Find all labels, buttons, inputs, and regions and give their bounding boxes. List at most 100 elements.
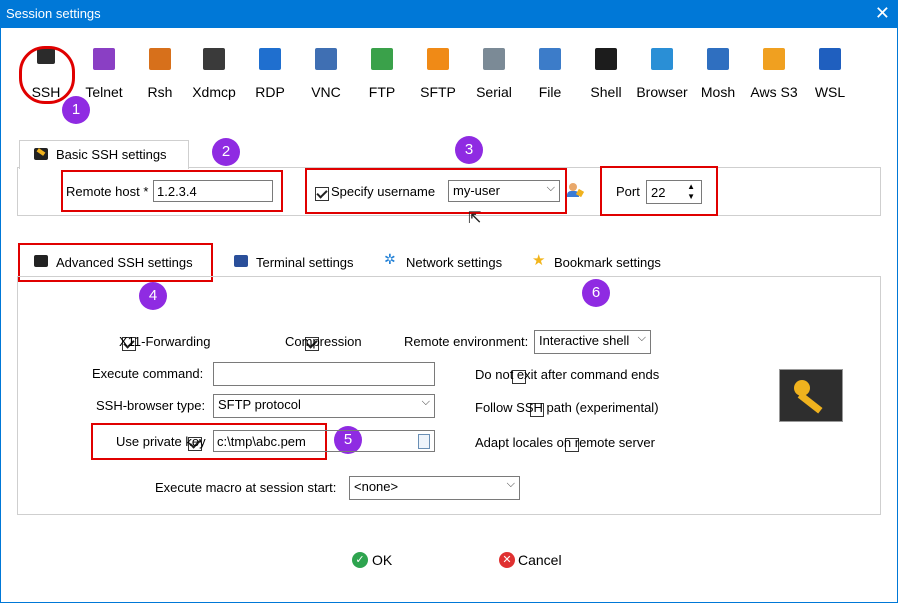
ok-label: OK (372, 552, 393, 568)
chevron-down-icon: ⌵ (506, 478, 515, 490)
telnet-icon-shape (93, 48, 115, 70)
protocol-label: SFTP (420, 84, 456, 100)
port-label: Port (616, 184, 640, 199)
protocol-label: WSL (814, 84, 846, 100)
badge-2: 2 (212, 138, 240, 166)
x11-forwarding-label: X11-Forwarding (119, 334, 211, 349)
protocol-label: Browser (636, 84, 688, 100)
port-spinner[interactable]: 22 ▲ ▼ (646, 180, 702, 204)
ok-button[interactable]: ✓ OK (352, 551, 412, 571)
mosh-satellite-icon-shape (707, 48, 729, 70)
tab-advanced-ssh-settings[interactable]: Advanced SSH settings (22, 248, 208, 274)
title-bar: Session settings ✕ (0, 0, 898, 28)
tab-label: Bookmark settings (554, 255, 661, 270)
cancel-button[interactable]: ✕ Cancel (499, 551, 579, 571)
ssh-browser-type-combo[interactable]: SFTP protocol ⌵ (213, 394, 435, 418)
remote-environment-combo[interactable]: Interactive shell ⌵ (534, 330, 651, 354)
execute-macro-combo[interactable]: <none> ⌵ (349, 476, 520, 500)
compression-label: Compression (285, 334, 362, 349)
aws-s3-cubes-icon (761, 48, 787, 74)
terminal-icon (234, 255, 248, 267)
protocol-rsh-button[interactable]: Rsh (132, 40, 188, 110)
protocol-label: RDP (255, 84, 285, 100)
tab-label: Advanced SSH settings (56, 255, 193, 270)
port-value: 22 (651, 185, 666, 200)
remote-environment-value: Interactive shell (539, 333, 630, 348)
protocol-label: Telnet (85, 84, 123, 100)
xdmcp-icon (201, 48, 227, 74)
shell-terminal-icon-shape (595, 48, 617, 70)
tab-basic-ssh-settings[interactable]: Basic SSH settings (19, 140, 189, 169)
browser-globe-icon-shape (651, 48, 673, 70)
follow-ssh-path-label: Follow SSH path (experimental) (475, 400, 659, 415)
protocol-label: Xdmcp (192, 84, 236, 100)
badge-3: 3 (455, 136, 483, 164)
protocol-label: File (538, 84, 562, 100)
private-key-value: c:\tmp\abc.pem (217, 434, 306, 449)
telnet-icon (91, 48, 117, 74)
ssh-highlight-circle (19, 46, 75, 104)
protocol-label: FTP (368, 84, 396, 100)
use-private-key-label: Use private key (116, 434, 206, 449)
sftp-globe-icon-shape (427, 48, 449, 70)
protocol-file-button[interactable]: File (522, 40, 578, 110)
protocol-label: VNC (311, 84, 341, 100)
protocol-shell-button[interactable]: Shell (578, 40, 634, 110)
specify-username-checkbox[interactable] (315, 186, 329, 201)
close-icon[interactable]: ✕ (875, 3, 890, 24)
protocol-wsl-button[interactable]: WSL (802, 40, 858, 110)
protocol-xdmcp-button[interactable]: Xdmcp (186, 40, 242, 110)
remote-environment-label: Remote environment: (404, 334, 529, 349)
tab-label: Terminal settings (256, 255, 354, 270)
vnc-icon (313, 48, 339, 74)
key-icon (34, 148, 48, 160)
rdp-icon (257, 48, 283, 74)
protocol-aws-s3-button[interactable]: Aws S3 (746, 40, 802, 110)
private-key-field[interactable]: c:\tmp\abc.pem (213, 430, 435, 452)
protocol-label: Serial (476, 84, 512, 100)
remote-host-input[interactable] (153, 180, 273, 202)
file-browse-icon[interactable] (418, 434, 430, 449)
execute-macro-label: Execute macro at session start: (155, 480, 337, 495)
check-circle-icon: ✓ (352, 552, 368, 568)
tab-network-settings[interactable]: ✲ Network settings (372, 248, 512, 274)
execute-macro-value: <none> (354, 479, 399, 494)
protocol-sftp-button[interactable]: SFTP (410, 40, 466, 110)
protocol-rdp-button[interactable]: RDP (242, 40, 298, 110)
username-combo[interactable]: my-user ⌵ (448, 180, 560, 202)
tab-label: Basic SSH settings (56, 147, 167, 162)
protocol-label: Mosh (700, 84, 736, 100)
shell-terminal-icon (593, 48, 619, 74)
key-icon (34, 255, 48, 267)
specify-username-label: Specify username (331, 184, 436, 199)
execute-command-input[interactable] (213, 362, 435, 386)
protocol-mosh-button[interactable]: Mosh (690, 40, 746, 110)
user-manager-icon[interactable] (567, 182, 585, 198)
protocol-ftp-button[interactable]: FTP (354, 40, 410, 110)
rsh-icon-shape (149, 48, 171, 70)
chevron-down-icon: ⌵ (637, 332, 646, 344)
browser-globe-icon (649, 48, 675, 74)
ssh-browser-type-label: SSH-browser type: (96, 398, 206, 413)
wsl-windows-icon (817, 48, 843, 74)
settings-tab-row: Advanced SSH settings Terminal settings ✲ N… (22, 248, 682, 276)
protocol-vnc-button[interactable]: VNC (298, 40, 354, 110)
wsl-windows-icon-shape (819, 48, 841, 70)
tab-label: Network settings (406, 255, 503, 270)
spin-down-icon[interactable]: ▼ (687, 192, 695, 201)
sftp-globe-icon (425, 48, 451, 74)
chevron-down-icon: ⌵ (421, 396, 430, 408)
protocol-browser-button[interactable]: Browser (634, 40, 690, 110)
ssh-browser-type-value: SFTP protocol (218, 397, 301, 412)
rdp-icon-shape (259, 48, 281, 70)
tab-terminal-settings[interactable]: Terminal settings (222, 248, 362, 274)
username-value: my-user (453, 183, 500, 198)
protocol-serial-button[interactable]: Serial (466, 40, 522, 110)
tab-bookmark-settings[interactable]: ★ Bookmark settings (520, 248, 670, 274)
network-icon: ✲ (384, 251, 396, 267)
spin-up-icon[interactable]: ▲ (687, 182, 695, 191)
protocol-label: Rsh (147, 84, 173, 100)
cancel-label: Cancel (518, 552, 562, 568)
file-monitor-icon (537, 48, 563, 74)
adapt-locales-label: Adapt locales on remote server (475, 435, 655, 450)
